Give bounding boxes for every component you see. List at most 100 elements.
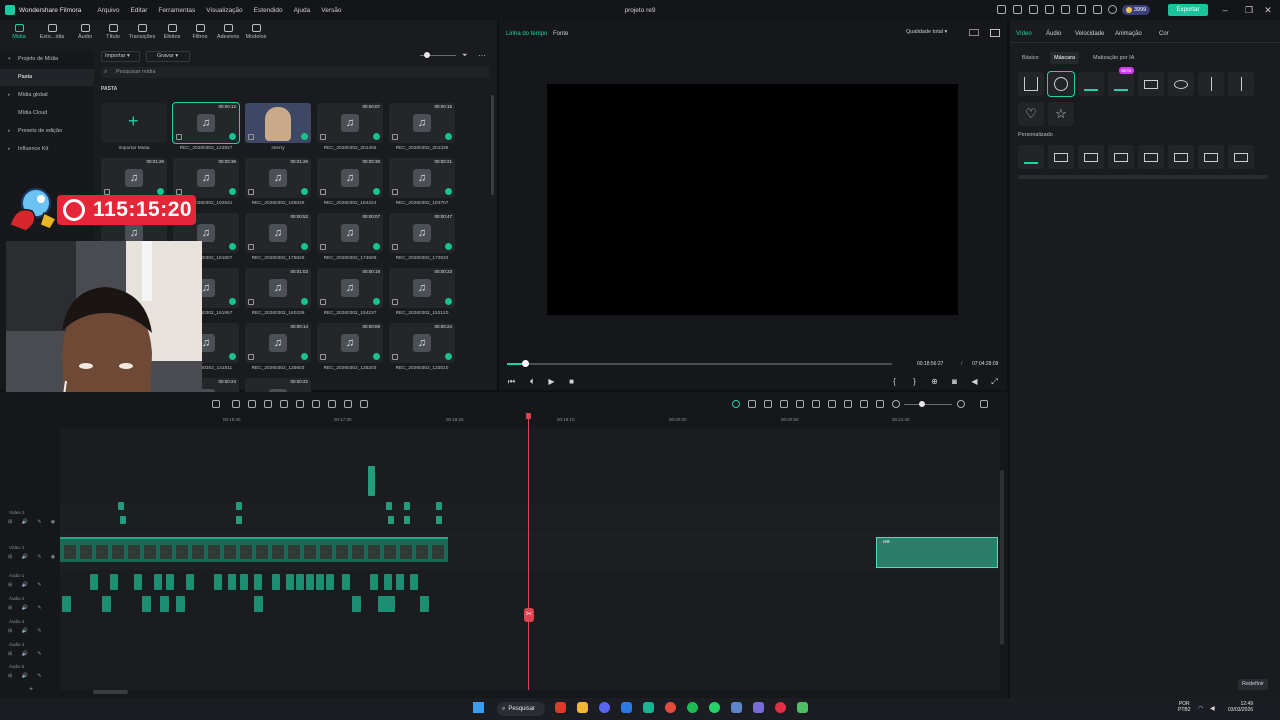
taskbar-search[interactable]: ⌕ Pesquisar bbox=[497, 702, 545, 716]
wifi-icon[interactable]: ◠ bbox=[1198, 705, 1203, 712]
mic-icon[interactable] bbox=[828, 400, 836, 408]
menu-visualizacao[interactable]: Visualização bbox=[206, 7, 242, 14]
track-controls[interactable]: ⊞ 🔊 ✎ bbox=[8, 582, 45, 588]
quality-select[interactable]: Qualidade total ▾ bbox=[906, 29, 947, 35]
video-clip-frame[interactable] bbox=[304, 545, 316, 559]
overlay-clip[interactable] bbox=[368, 466, 375, 496]
masks-scrollbar[interactable] bbox=[1018, 175, 1268, 179]
media-item[interactable]: sherry bbox=[245, 103, 311, 151]
speed-icon[interactable] bbox=[248, 400, 256, 408]
sidebar-item-midia-global[interactable]: ▸ Mídia global bbox=[0, 87, 94, 104]
overlay-clip[interactable] bbox=[386, 502, 392, 510]
mask-brush[interactable] bbox=[1108, 72, 1134, 96]
avatar-icon[interactable] bbox=[1108, 5, 1117, 14]
tab-efeitos[interactable]: Efeitos bbox=[158, 24, 186, 40]
mask-rectangle[interactable] bbox=[1138, 72, 1164, 96]
playhead-handle[interactable] bbox=[526, 413, 531, 419]
zoom-crop-icon[interactable] bbox=[280, 400, 288, 408]
tab-source-preview[interactable]: Fonte bbox=[553, 31, 568, 37]
audio-clip[interactable] bbox=[142, 596, 151, 612]
filter-icon[interactable]: ⏷ bbox=[462, 52, 468, 60]
track-controls[interactable]: ⊞ 🔊 ✎ bbox=[8, 651, 45, 657]
custom-mask-4[interactable] bbox=[1108, 145, 1134, 169]
custom-mask-2[interactable] bbox=[1048, 145, 1074, 169]
crop-icon[interactable] bbox=[212, 400, 220, 408]
audio-clip[interactable] bbox=[254, 596, 263, 612]
credits-badge[interactable]: 3999 bbox=[1122, 5, 1151, 15]
mask-none[interactable] bbox=[1047, 71, 1075, 97]
video-clip-frame[interactable] bbox=[192, 545, 204, 559]
custom-mask-7[interactable] bbox=[1198, 145, 1224, 169]
video-clip-frame[interactable] bbox=[128, 545, 140, 559]
audio-clip[interactable] bbox=[286, 574, 294, 590]
media-item[interactable]: ♫ 00:00:06 REC_20260302_135203 bbox=[317, 323, 383, 371]
split-icon[interactable] bbox=[232, 400, 240, 408]
video-clip-frame[interactable] bbox=[400, 545, 412, 559]
overlay-clip[interactable] bbox=[236, 516, 242, 524]
timeline-zoom-slider[interactable] bbox=[904, 404, 952, 405]
track-controls[interactable]: ⊞ 🔊 ✎ bbox=[8, 605, 45, 611]
scrubber-handle[interactable] bbox=[522, 360, 529, 367]
overlay-clip[interactable] bbox=[404, 516, 410, 524]
sidebar-item-pasta[interactable]: Pasta bbox=[0, 69, 94, 86]
audio-clip[interactable] bbox=[410, 574, 418, 590]
audio-clip[interactable] bbox=[228, 574, 236, 590]
video-clip[interactable]: re9 bbox=[876, 537, 998, 568]
color-match-icon[interactable] bbox=[328, 400, 336, 408]
mask-double-line[interactable] bbox=[1228, 72, 1254, 96]
subtab-basico[interactable]: Básico bbox=[1018, 52, 1043, 64]
marker-icon[interactable] bbox=[764, 400, 772, 408]
grid-icon[interactable] bbox=[1045, 5, 1054, 14]
slider-knob[interactable] bbox=[424, 52, 430, 58]
subtab-matizacao[interactable]: Matização por IA bbox=[1089, 52, 1138, 64]
download-icon[interactable] bbox=[1061, 5, 1070, 14]
media-item[interactable]: ♫ 00:00:47 REC_20260302_172932 bbox=[389, 213, 455, 261]
track-controls[interactable]: ⊞ 🔊 ✎ ◉ bbox=[8, 554, 59, 560]
menu-ajuda[interactable]: Ajuda bbox=[294, 7, 311, 14]
video-clip-frame[interactable] bbox=[272, 545, 284, 559]
video-clip-frame[interactable] bbox=[80, 545, 92, 559]
upload-icon[interactable] bbox=[1013, 5, 1022, 14]
audio-clip[interactable] bbox=[102, 596, 111, 612]
media-item[interactable]: ♫ 00:00:23 REC_20260302_152120 bbox=[389, 268, 455, 316]
gift-icon[interactable] bbox=[997, 5, 1006, 14]
media-item[interactable]: ♫ 00:00:24 REC_20260302_133510 bbox=[389, 323, 455, 371]
video-clip-frame[interactable] bbox=[144, 545, 156, 559]
app-icon[interactable] bbox=[621, 702, 632, 713]
audio-clip[interactable] bbox=[342, 574, 350, 590]
tab-animacao[interactable]: Animação bbox=[1115, 31, 1142, 37]
video-clip-frame[interactable] bbox=[416, 545, 428, 559]
record-app-icon[interactable] bbox=[775, 702, 786, 713]
media-item[interactable]: ♫ 00:01:03 REC_20260302_160239 bbox=[245, 268, 311, 316]
media-item[interactable]: ♫ 00:00:14 REC_20260302_135603 bbox=[245, 323, 311, 371]
media-item[interactable]: ♫ 00:00:21 REC_20260302_183707 bbox=[389, 158, 455, 206]
keyframe-icon[interactable] bbox=[360, 400, 368, 408]
audio-clip[interactable] bbox=[160, 596, 169, 612]
cloud-icon[interactable] bbox=[1093, 5, 1102, 14]
minimize-icon[interactable]: – bbox=[1219, 4, 1231, 16]
tab-midia[interactable]: Mídia bbox=[5, 24, 33, 40]
mark-out-icon[interactable]: } bbox=[910, 377, 919, 386]
device-icon[interactable] bbox=[1029, 5, 1038, 14]
tab-transicoes[interactable]: Transições bbox=[128, 24, 156, 40]
menu-versao[interactable]: Versão bbox=[321, 7, 341, 14]
video-clip-frame[interactable] bbox=[320, 545, 332, 559]
audio-clip[interactable] bbox=[352, 596, 361, 612]
media-item[interactable]: ♫ 00:01:26 REC_20260302_185839 bbox=[245, 158, 311, 206]
custom-mask-1[interactable] bbox=[1018, 145, 1044, 169]
audio-clip[interactable] bbox=[306, 574, 314, 590]
audio-clip[interactable] bbox=[186, 574, 194, 590]
mark-in-icon[interactable]: { bbox=[890, 377, 899, 386]
grid-view-icon[interactable] bbox=[980, 400, 988, 408]
audio-clip[interactable] bbox=[386, 596, 395, 612]
custom-mask-8[interactable] bbox=[1228, 145, 1254, 169]
audio-clip[interactable] bbox=[420, 596, 429, 612]
menu-ferramentas[interactable]: Ferramentas bbox=[158, 7, 195, 14]
mask-line[interactable] bbox=[1198, 72, 1224, 96]
audio-clip[interactable] bbox=[384, 574, 392, 590]
overlay-clip[interactable] bbox=[236, 502, 242, 510]
menu-editar[interactable]: Editar bbox=[130, 7, 147, 14]
tab-adesivos[interactable]: Adesivos bbox=[214, 24, 242, 40]
tab-video[interactable]: Vídeo bbox=[1016, 31, 1032, 37]
audio-clip[interactable] bbox=[254, 574, 262, 590]
